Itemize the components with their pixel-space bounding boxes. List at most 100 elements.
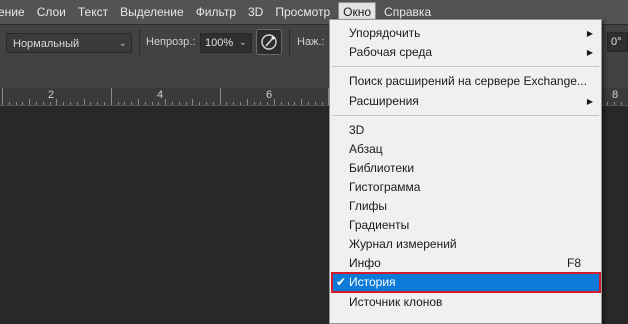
ruler-tick (247, 99, 248, 105)
blend-mode-select[interactable]: Нормальный ⌄ (6, 33, 132, 53)
shortcut-label: F8 (566, 256, 581, 270)
ruler-tick (621, 102, 622, 105)
pressure-opacity-toggle[interactable] (256, 29, 282, 55)
opacity-value: 100% (205, 37, 234, 49)
ruler-tick (145, 102, 146, 105)
menu-item-label: Библиотеки (349, 161, 415, 175)
submenu-arrow-icon: ▶ (586, 29, 593, 38)
ruler-tick (43, 102, 44, 105)
menu-item-clone-source[interactable]: Источник клонов (330, 293, 601, 312)
angle-value: 0° (611, 36, 622, 48)
ruler-tick (281, 102, 282, 105)
ruler-tick (104, 102, 105, 105)
ruler-tick (267, 102, 268, 105)
menu-item-label: Упорядочить (349, 26, 421, 40)
menu-item-label: Гистограмма (349, 180, 421, 194)
ruler-tick (158, 102, 159, 105)
ruler-tick (301, 99, 302, 105)
ruler-tick (607, 102, 608, 105)
ruler-tick (16, 102, 17, 105)
menu-item-label: Глифы (349, 199, 388, 213)
ruler-tick (152, 102, 153, 105)
menu-item-3d[interactable]: 3D (330, 121, 601, 140)
ruler-tick (240, 102, 241, 105)
menu-item-label: Расширения (349, 94, 419, 108)
menu-layers[interactable]: Слои (31, 1, 72, 23)
ruler-tick (50, 102, 51, 105)
menu-item-label: Рабочая среда (349, 45, 433, 59)
ruler-tick (226, 102, 227, 105)
ruler-number: 8 (612, 89, 619, 101)
divider (139, 29, 140, 57)
ruler-tick (220, 88, 221, 105)
menu-item-history[interactable]: ✔ История (331, 272, 601, 293)
menu-item-label: История (349, 275, 396, 289)
ruler-tick (260, 102, 261, 105)
ruler-tick (124, 102, 125, 105)
ruler-tick (70, 102, 71, 105)
angle-input[interactable]: 0° (607, 32, 628, 52)
menu-item-gradients[interactable]: Градиенты (330, 216, 601, 235)
ruler-tick (2, 88, 3, 105)
menu-item-glyphs[interactable]: Глифы (330, 197, 601, 216)
menu-edit[interactable]: ение (0, 1, 31, 23)
menu-item-measurement-log[interactable]: Журнал измерений (330, 235, 601, 254)
ruler-tick (9, 102, 10, 105)
menu-item-paragraph[interactable]: Абзац (330, 140, 601, 159)
ruler-number: 4 (157, 89, 164, 101)
brush-pressure-icon (261, 34, 277, 50)
ruler-tick (97, 102, 98, 105)
menu-item-workspace[interactable]: Рабочая среда ▶ (330, 43, 601, 62)
ruler-tick (274, 99, 275, 105)
menu-item-label: 3D (349, 123, 365, 137)
checkmark-icon: ✔ (336, 275, 347, 289)
menu-item-arrange[interactable]: Упорядочить ▶ (330, 24, 601, 43)
window-menu-dropdown: Упорядочить ▶ Рабочая среда ▶ Поиск расш… (329, 19, 602, 324)
ruler-tick (199, 102, 200, 105)
menu-select[interactable]: Выделение (114, 1, 190, 23)
ruler-tick (213, 102, 214, 105)
menu-3d[interactable]: 3D (242, 1, 269, 23)
menu-item-label: Журнал измерений (349, 237, 457, 251)
menu-item-label: Поиск расширений на сервере Exchange... (349, 74, 587, 88)
menu-item-label: Градиенты (349, 218, 410, 232)
menu-separator (332, 115, 599, 116)
ruler-tick (288, 102, 289, 105)
menu-filter[interactable]: Фильтр (190, 1, 242, 23)
ruler-tick (111, 88, 112, 105)
chevron-down-icon: ⌄ (118, 38, 127, 49)
menu-item-histogram[interactable]: Гистограмма (330, 178, 601, 197)
menu-view[interactable]: Просмотр (269, 1, 336, 23)
divider (289, 29, 290, 57)
menu-item-info[interactable]: Инфо F8 (330, 254, 601, 273)
ruler-tick (192, 99, 193, 105)
opacity-input[interactable]: 100% ⌄ (200, 33, 252, 53)
menu-type[interactable]: Текст (72, 1, 114, 23)
ruler-tick (77, 102, 78, 105)
ruler-tick (233, 102, 234, 105)
chevron-down-icon: ⌄ (238, 37, 247, 48)
menu-item-libraries[interactable]: Библиотеки (330, 159, 601, 178)
ruler-tick (308, 102, 309, 105)
ruler-tick (118, 102, 119, 105)
menu-item-label: Абзац (349, 142, 383, 156)
ruler-tick (179, 102, 180, 105)
ruler-tick (322, 102, 323, 105)
ruler-tick (294, 102, 295, 105)
ruler-tick (315, 102, 316, 105)
submenu-arrow-icon: ▶ (586, 48, 593, 57)
opacity-label: Непрозр.: (146, 36, 196, 48)
menu-item-find-extensions[interactable]: Поиск расширений на сервере Exchange... (330, 72, 601, 91)
ruler-number: 2 (48, 89, 55, 101)
menu-item-label: Инфо (349, 256, 381, 270)
ruler-tick (186, 102, 187, 105)
ruler-tick (172, 102, 173, 105)
menu-item-extensions[interactable]: Расширения ▶ (330, 92, 601, 111)
menu-separator (332, 66, 599, 67)
ruler-tick (206, 102, 207, 105)
ruler-tick (84, 99, 85, 105)
ruler-tick (29, 99, 30, 105)
ruler-tick (56, 99, 57, 105)
ruler-tick (36, 102, 37, 105)
ruler-number: 6 (266, 89, 273, 101)
